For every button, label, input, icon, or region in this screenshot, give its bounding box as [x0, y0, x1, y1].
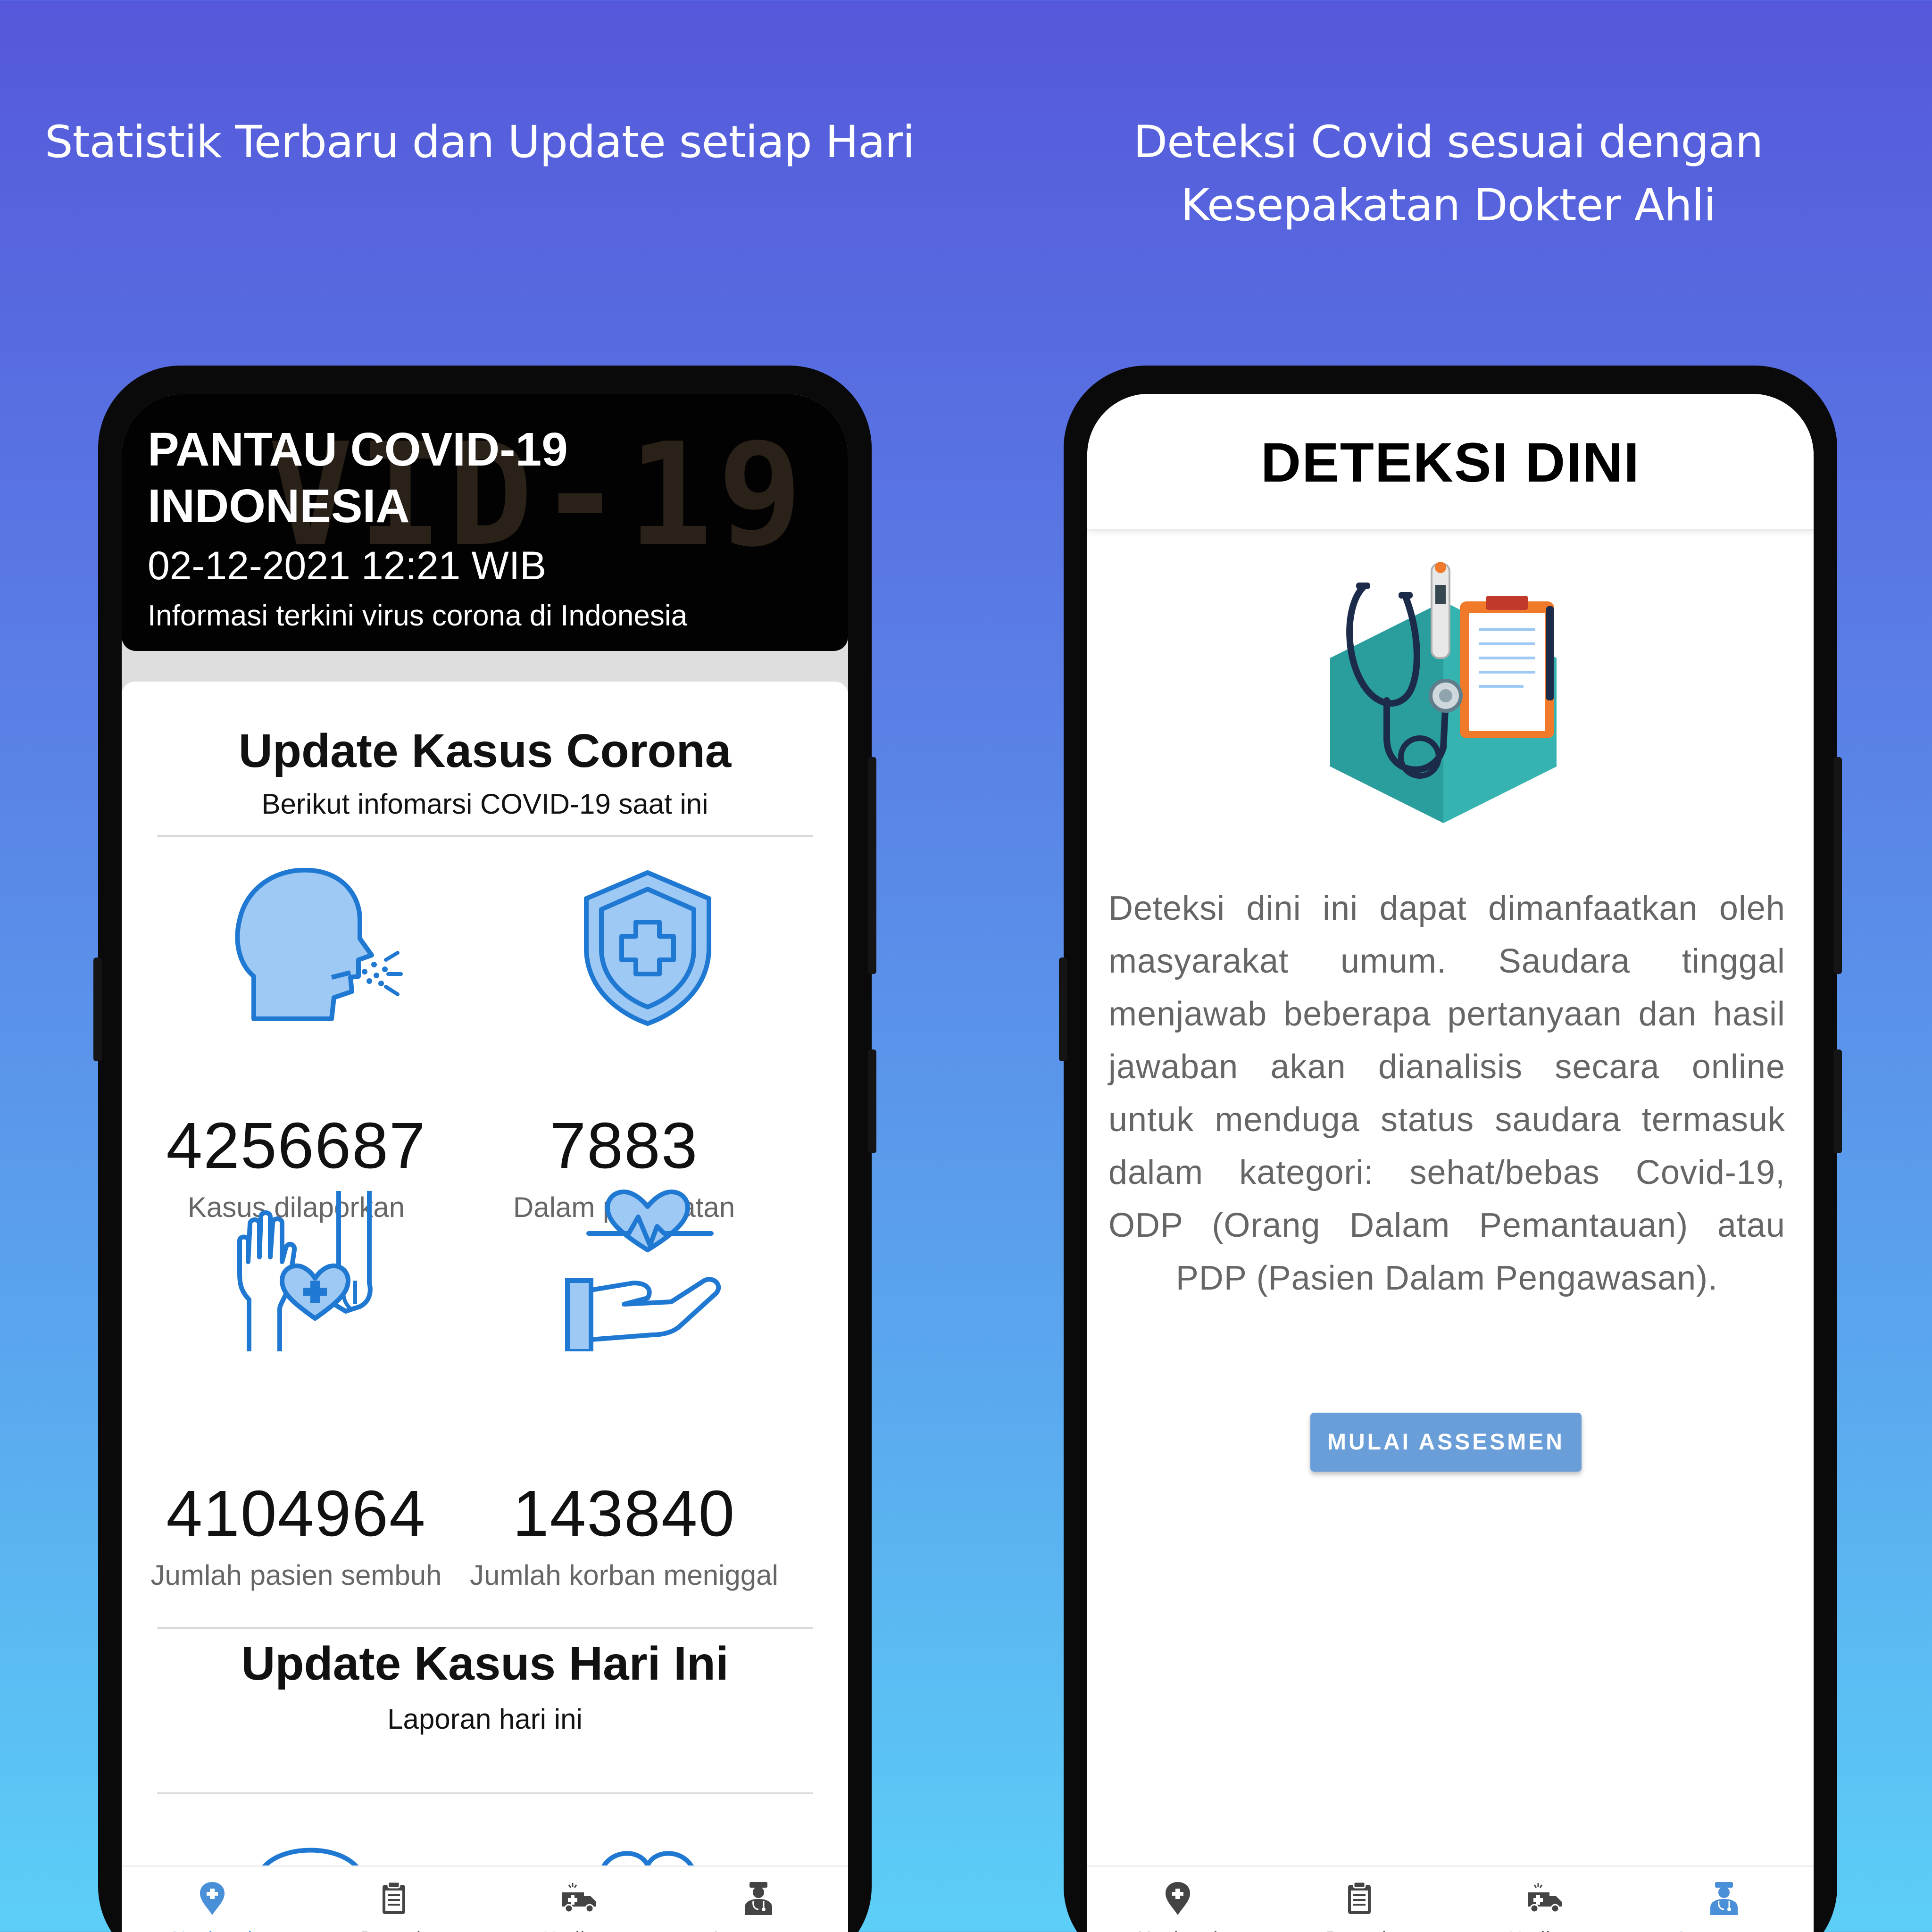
nav-item-daerah[interactable]: Daerah [1269, 1867, 1450, 1932]
nav-label: Nasional [1087, 1928, 1269, 1932]
section-subtitle: Berikut infomarsi COVID-19 saat ini [261, 788, 708, 820]
nav-label: Assesmen [666, 1928, 848, 1932]
caption-right-line1: Deteksi Covid sesuai dengan [1133, 117, 1764, 168]
nav-label: Nasional [122, 1928, 303, 1932]
shield-cross-icon [584, 870, 711, 1026]
stat-value: 7883 [550, 1109, 699, 1182]
phone-side-button [1059, 958, 1067, 1061]
stat-label: Jumlah pasien sembuh [150, 1559, 442, 1591]
section-subtitle: Laporan hari ini [387, 1703, 583, 1735]
clipboard-icon [1348, 1881, 1371, 1914]
map-pin-icon [1166, 1882, 1190, 1915]
section-title: Update Kasus Corona [238, 724, 732, 777]
nav-item-nasional[interactable]: Nasional [122, 1867, 303, 1932]
stats-card: Update Kasus Corona Berikut infomarsi CO… [122, 682, 848, 1932]
nav-label: Hotline [485, 1928, 666, 1932]
app-title: PANTAU COVID-19 INDONESIA [148, 423, 568, 533]
nav-label: Assesmen [1632, 1928, 1814, 1932]
phone-side-button [1833, 757, 1842, 974]
nav-label: Hotline [1450, 1928, 1632, 1932]
stat-label: Jumlah korban meniggal [470, 1559, 778, 1591]
doctor-icon [745, 1882, 772, 1915]
cough-head-icon [235, 868, 403, 1021]
page-title: DETEKSI DINI [1260, 432, 1641, 494]
phone-right: DETEKSI DINI Deteksi dini ini dapat dima… [1059, 366, 1842, 1932]
divider [157, 1792, 813, 1794]
map-pin-icon [200, 1882, 225, 1915]
stat-value: 4256687 [166, 1109, 426, 1182]
hand-heartbeat-icon [565, 1189, 721, 1351]
app-bar: DETEKSI DINI [1087, 394, 1814, 531]
nav-item-hotline[interactable]: Hotline [1450, 1867, 1632, 1932]
header-subtitle: Informasi terkini virus corona di Indone… [148, 600, 688, 632]
screen-deteksi-dini: DETEKSI DINI Deteksi dini ini dapat dima… [1087, 394, 1814, 1932]
medical-checkup-illustration [1330, 562, 1557, 823]
caption-right-line2: Kesepakatan Dokter Ahli [1181, 180, 1716, 231]
phone-left: VID-19 PANTAU COVID-19 INDONESIA 02-12-2… [93, 366, 876, 1932]
bottom-navigation: Nasional Daerah Hotli [122, 1865, 848, 1932]
stat-value: 143840 [512, 1477, 736, 1550]
stat-value: 4104964 [166, 1477, 426, 1550]
nav-item-assesmen[interactable]: Assesmen [1632, 1867, 1814, 1932]
phone-side-button [868, 757, 876, 974]
ambulance-icon [562, 1883, 596, 1913]
phone-side-button [93, 958, 102, 1061]
divider [157, 1627, 813, 1629]
start-assessment-button[interactable]: MULAI ASSESMEN [1310, 1413, 1582, 1472]
nav-label: Daerah [1269, 1928, 1450, 1932]
caption-left: Statistik Terbaru dan Update setiap Hari [45, 117, 915, 168]
caption-right: Deteksi Covid sesuai dengan Kesepakatan … [1047, 111, 1849, 237]
phone-side-button [1833, 1049, 1842, 1153]
nav-label: Daerah [303, 1928, 485, 1932]
divider [157, 835, 813, 837]
hands-heart-icon [237, 1191, 373, 1351]
clipboard-icon [383, 1881, 405, 1914]
bottom-navigation: Nasional Daerah Hotli [1087, 1865, 1814, 1932]
doctor-icon [1710, 1882, 1738, 1915]
screen-nasional: VID-19 PANTAU COVID-19 INDONESIA 02-12-2… [122, 394, 848, 1932]
ambulance-icon [1528, 1883, 1562, 1913]
nav-item-nasional[interactable]: Nasional [1087, 1867, 1269, 1932]
header-datetime: 02-12-2021 12:21 WIB [148, 543, 547, 588]
nav-item-hotline[interactable]: Hotline [485, 1867, 666, 1932]
phone-side-button [868, 1049, 876, 1153]
nav-item-assesmen[interactable]: Assesmen [666, 1867, 848, 1932]
nav-item-daerah[interactable]: Daerah [303, 1867, 485, 1932]
app-header: VID-19 PANTAU COVID-19 INDONESIA 02-12-2… [122, 394, 848, 651]
description-text: Deteksi dini ini dapat dimanfaatkan oleh… [1108, 890, 1785, 1297]
section-title: Update Kasus Hari Ini [241, 1637, 729, 1690]
